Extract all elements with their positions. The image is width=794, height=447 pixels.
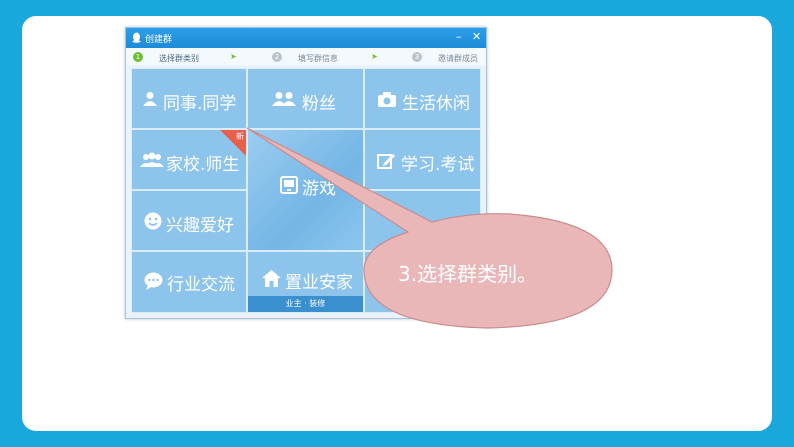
callout-shape [246, 127, 613, 329]
callout-bubble [246, 127, 613, 329]
callout-text: 3.选择群类别。 [398, 262, 538, 286]
